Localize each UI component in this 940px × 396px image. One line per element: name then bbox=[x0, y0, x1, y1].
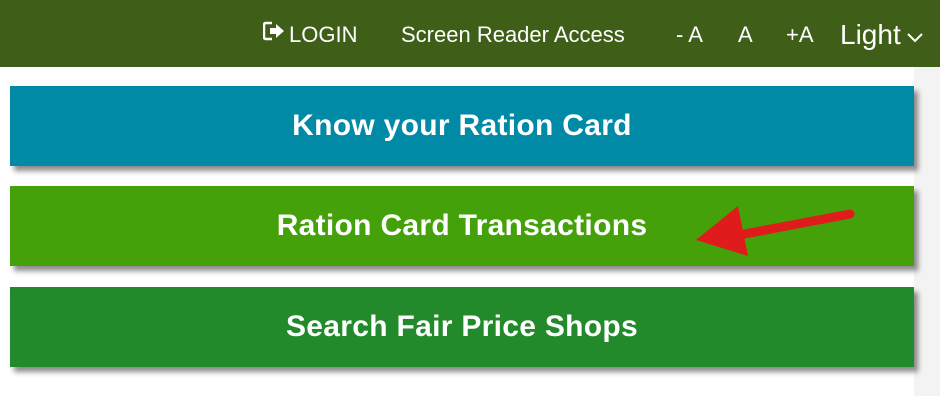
login-link[interactable]: LOGIN bbox=[262, 0, 358, 69]
chevron-down-icon bbox=[907, 0, 923, 69]
theme-label: Light bbox=[840, 19, 901, 50]
font-increase-button[interactable]: +A bbox=[786, 0, 814, 67]
sign-in-icon bbox=[262, 0, 285, 69]
search-fair-price-shops-button[interactable]: Search Fair Price Shops bbox=[10, 287, 914, 367]
scroll-gutter bbox=[914, 67, 940, 396]
font-decrease-button[interactable]: - A bbox=[676, 0, 703, 67]
font-normal-button[interactable]: A bbox=[738, 0, 753, 67]
theme-dropdown[interactable]: Light bbox=[840, 0, 923, 67]
know-your-ration-card-button[interactable]: Know your Ration Card bbox=[10, 86, 914, 166]
ration-card-transactions-button[interactable]: Ration Card Transactions bbox=[10, 186, 914, 266]
top-bar: LOGIN Screen Reader Access - A A +A Ligh… bbox=[0, 0, 940, 67]
login-label: LOGIN bbox=[289, 22, 358, 47]
screen-reader-access-link[interactable]: Screen Reader Access bbox=[401, 0, 625, 67]
